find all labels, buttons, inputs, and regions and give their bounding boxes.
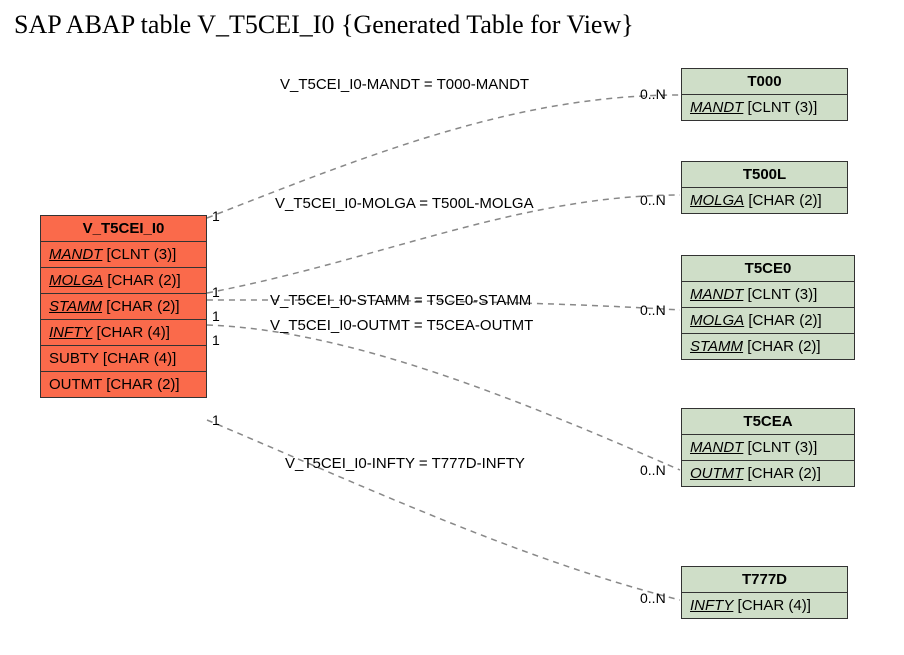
cardinality-to: 0..N bbox=[640, 86, 666, 102]
relation-label: V_T5CEI_I0-OUTMT = T5CEA-OUTMT bbox=[270, 317, 533, 334]
entity-main: V_T5CEI_I0 MANDT [CLNT (3)] MOLGA [CHAR … bbox=[40, 215, 207, 398]
relation-label: V_T5CEI_I0-MANDT = T000-MANDT bbox=[280, 76, 529, 93]
entity-main-field: STAMM [CHAR (2)] bbox=[41, 294, 206, 320]
entity-main-field: MOLGA [CHAR (2)] bbox=[41, 268, 206, 294]
entity-t5cea: T5CEA MANDT [CLNT (3)] OUTMT [CHAR (2)] bbox=[681, 408, 855, 487]
cardinality-from: 1 bbox=[212, 308, 220, 324]
entity-main-field: INFTY [CHAR (4)] bbox=[41, 320, 206, 346]
entity-t777d: T777D INFTY [CHAR (4)] bbox=[681, 566, 848, 619]
entity-t777d-header: T777D bbox=[682, 567, 847, 593]
cardinality-to: 0..N bbox=[640, 462, 666, 478]
entity-main-field: SUBTY [CHAR (4)] bbox=[41, 346, 206, 372]
cardinality-to: 0..N bbox=[640, 192, 666, 208]
cardinality-from: 1 bbox=[212, 284, 220, 300]
cardinality-from: 1 bbox=[212, 208, 220, 224]
entity-t5cea-field: OUTMT [CHAR (2)] bbox=[682, 461, 854, 486]
relation-label: V_T5CEI_I0-STAMM = T5CE0-STAMM bbox=[270, 292, 531, 309]
entity-main-header: V_T5CEI_I0 bbox=[41, 216, 206, 242]
cardinality-to: 0..N bbox=[640, 302, 666, 318]
entity-t500l-header: T500L bbox=[682, 162, 847, 188]
entity-t5ce0-field: MANDT [CLNT (3)] bbox=[682, 282, 854, 308]
entity-t5cea-field: MANDT [CLNT (3)] bbox=[682, 435, 854, 461]
entity-t500l-field: MOLGA [CHAR (2)] bbox=[682, 188, 847, 213]
relation-label: V_T5CEI_I0-MOLGA = T500L-MOLGA bbox=[275, 195, 534, 212]
entity-t000-header: T000 bbox=[682, 69, 847, 95]
entity-t5cea-header: T5CEA bbox=[682, 409, 854, 435]
page-title: SAP ABAP table V_T5CEI_I0 {Generated Tab… bbox=[14, 10, 634, 40]
entity-t5ce0-field: STAMM [CHAR (2)] bbox=[682, 334, 854, 359]
entity-t000-field: MANDT [CLNT (3)] bbox=[682, 95, 847, 120]
entity-main-field: MANDT [CLNT (3)] bbox=[41, 242, 206, 268]
entity-t500l: T500L MOLGA [CHAR (2)] bbox=[681, 161, 848, 214]
entity-main-field: OUTMT [CHAR (2)] bbox=[41, 372, 206, 397]
entity-t5ce0-field: MOLGA [CHAR (2)] bbox=[682, 308, 854, 334]
entity-t000: T000 MANDT [CLNT (3)] bbox=[681, 68, 848, 121]
cardinality-from: 1 bbox=[212, 332, 220, 348]
entity-t777d-field: INFTY [CHAR (4)] bbox=[682, 593, 847, 618]
relation-label: V_T5CEI_I0-INFTY = T777D-INFTY bbox=[285, 455, 525, 472]
entity-t5ce0-header: T5CE0 bbox=[682, 256, 854, 282]
cardinality-to: 0..N bbox=[640, 590, 666, 606]
entity-t5ce0: T5CE0 MANDT [CLNT (3)] MOLGA [CHAR (2)] … bbox=[681, 255, 855, 360]
cardinality-from: 1 bbox=[212, 412, 220, 428]
